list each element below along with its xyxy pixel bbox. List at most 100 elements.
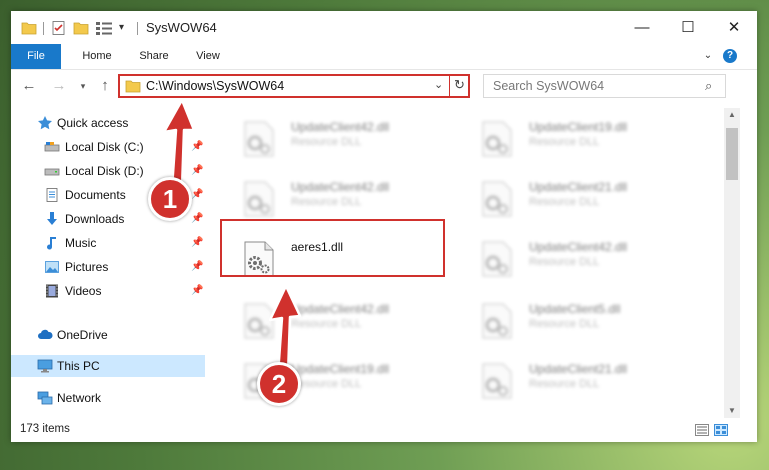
- pin-icon[interactable]: 📌: [191, 256, 203, 278]
- file-type: Resource DLL: [529, 136, 600, 148]
- sidebar-item-network[interactable]: Network: [11, 387, 205, 409]
- file-name: UpdateClient21.dll: [529, 180, 628, 194]
- documents-icon: [46, 188, 58, 202]
- file-tile[interactable]: UpdateClient42.dll Resource DLL: [225, 176, 445, 220]
- vertical-scrollbar[interactable]: ▲ ▼: [724, 108, 740, 418]
- sidebar-item-music[interactable]: Music 📌: [11, 232, 205, 254]
- sidebar-item-label: Downloads: [65, 212, 125, 226]
- dll-gear-icon: [482, 303, 512, 339]
- step-1-badge: 1: [148, 177, 192, 221]
- address-bar[interactable]: C:\Windows\SysWOW64 ⌄ ↻: [118, 74, 470, 98]
- file-tile[interactable]: UpdateClient42.dll Resource DLL: [225, 298, 445, 342]
- sidebar-item-label: Music: [65, 236, 97, 250]
- sidebar-item-label: Network: [57, 391, 102, 405]
- sidebar-item-label: Pictures: [65, 260, 109, 274]
- status-bar: 173 items: [11, 419, 757, 442]
- sidebar-item-label: Local Disk (C:): [65, 140, 144, 154]
- file-name: UpdateClient5.dll: [529, 302, 621, 316]
- navigation-bar: ← → ▾ ↑ C:\Windows\SysWOW64 ⌄ ↻ Search S…: [11, 70, 757, 104]
- close-button[interactable]: ✕: [711, 11, 757, 44]
- address-divider: [449, 76, 450, 96]
- file-name: UpdateClient42.dll: [291, 120, 390, 134]
- up-arrow-icon[interactable]: ↑: [97, 78, 113, 94]
- cloud-icon: [38, 329, 53, 339]
- dll-gear-icon: [244, 121, 274, 157]
- ribbon-tabs: File Home Share View ⌄ ?: [11, 44, 757, 70]
- tab-home[interactable]: Home: [71, 44, 123, 69]
- videos-icon: [46, 284, 58, 298]
- scroll-thumb[interactable]: [726, 128, 738, 180]
- search-placeholder: Search SysWOW64: [493, 79, 605, 93]
- tab-file[interactable]: File: [11, 44, 61, 69]
- dll-gear-icon: [482, 121, 512, 157]
- sidebar-item-this-pc[interactable]: This PC: [11, 355, 205, 377]
- pin-icon[interactable]: 📌: [191, 280, 203, 302]
- file-tile[interactable]: UpdateClient21.dll Resource DLL: [463, 358, 683, 402]
- sidebar-item-label: OneDrive: [57, 328, 108, 342]
- dll-gear-icon: [482, 181, 512, 217]
- file-name: UpdateClient19.dll: [529, 120, 628, 134]
- help-icon[interactable]: ?: [723, 49, 737, 63]
- file-tile[interactable]: UpdateClient42.dll Resource DLL: [225, 116, 445, 160]
- sidebar-item-label: Documents: [65, 188, 126, 202]
- pin-icon[interactable]: 📌: [191, 208, 203, 230]
- dll-gear-icon: [482, 363, 512, 399]
- search-input[interactable]: Search SysWOW64 ⌕: [483, 74, 726, 98]
- file-type: Resource DLL: [529, 256, 600, 268]
- search-icon[interactable]: ⌕: [705, 78, 712, 94]
- tab-share[interactable]: Share: [131, 44, 177, 69]
- drive-icon: [44, 168, 60, 176]
- file-tile[interactable]: UpdateClient42.dll Resource DLL: [463, 236, 683, 280]
- scroll-down-icon[interactable]: ▼: [724, 404, 740, 418]
- window-title: SysWOW64: [146, 20, 217, 35]
- pictures-icon: [45, 261, 59, 273]
- sidebar-item-videos[interactable]: Videos 📌: [11, 280, 205, 302]
- drive-icon: [44, 142, 60, 152]
- file-highlight-box: [220, 219, 445, 277]
- sidebar-item-onedrive[interactable]: OneDrive: [11, 324, 205, 346]
- sidebar-item-label: Quick access: [57, 116, 129, 130]
- new-folder-icon[interactable]: [73, 20, 89, 36]
- back-arrow-icon[interactable]: ←: [21, 78, 37, 94]
- address-path[interactable]: C:\Windows\SysWOW64: [146, 79, 284, 93]
- details-view-icon[interactable]: [695, 424, 709, 436]
- file-name: UpdateClient42.dll: [291, 180, 390, 194]
- folder-icon: [125, 80, 141, 93]
- file-name: UpdateClient42.dll: [529, 240, 628, 254]
- file-tile[interactable]: UpdateClient19.dll Resource DLL: [463, 116, 683, 160]
- dll-gear-icon: [244, 181, 274, 217]
- file-type: Resource DLL: [291, 196, 362, 208]
- title-separator: [137, 22, 138, 35]
- music-icon: [47, 237, 56, 250]
- file-tile[interactable]: UpdateClient21.dll Resource DLL: [463, 176, 683, 220]
- expand-ribbon-icon[interactable]: ⌄: [701, 49, 715, 63]
- title-bar: ▾ SysWOW64 — ☐ ✕: [11, 11, 757, 44]
- properties-icon[interactable]: [51, 20, 67, 36]
- file-type: Resource DLL: [291, 378, 362, 390]
- view-options-icon[interactable]: [95, 20, 113, 36]
- chevron-down-icon[interactable]: ⌄: [434, 78, 443, 91]
- step-2-badge: 2: [257, 362, 301, 406]
- network-icon: [37, 391, 53, 405]
- minimize-button[interactable]: —: [619, 11, 665, 44]
- sidebar-item-pictures[interactable]: Pictures 📌: [11, 256, 205, 278]
- tiles-view-icon[interactable]: [714, 424, 728, 436]
- refresh-icon[interactable]: ↻: [454, 77, 465, 93]
- arrow-up-icon: [268, 286, 302, 376]
- forward-arrow-icon[interactable]: →: [51, 78, 67, 94]
- file-tile[interactable]: UpdateClient5.dll Resource DLL: [463, 298, 683, 342]
- maximize-button[interactable]: ☐: [665, 11, 711, 44]
- arrow-up-icon: [162, 100, 196, 190]
- file-type: Resource DLL: [529, 318, 600, 330]
- file-name: UpdateClient21.dll: [529, 362, 628, 376]
- folder-icon[interactable]: [21, 20, 37, 36]
- pin-icon[interactable]: 📌: [191, 232, 203, 254]
- scroll-up-icon[interactable]: ▲: [724, 108, 740, 122]
- computer-icon: [37, 359, 53, 373]
- file-type: Resource DLL: [529, 378, 600, 390]
- tab-view[interactable]: View: [187, 44, 229, 69]
- quick-access-dropdown[interactable]: ▾: [119, 20, 129, 36]
- recent-locations-icon[interactable]: ▾: [77, 78, 89, 94]
- download-icon: [47, 212, 57, 225]
- file-type: Resource DLL: [291, 136, 362, 148]
